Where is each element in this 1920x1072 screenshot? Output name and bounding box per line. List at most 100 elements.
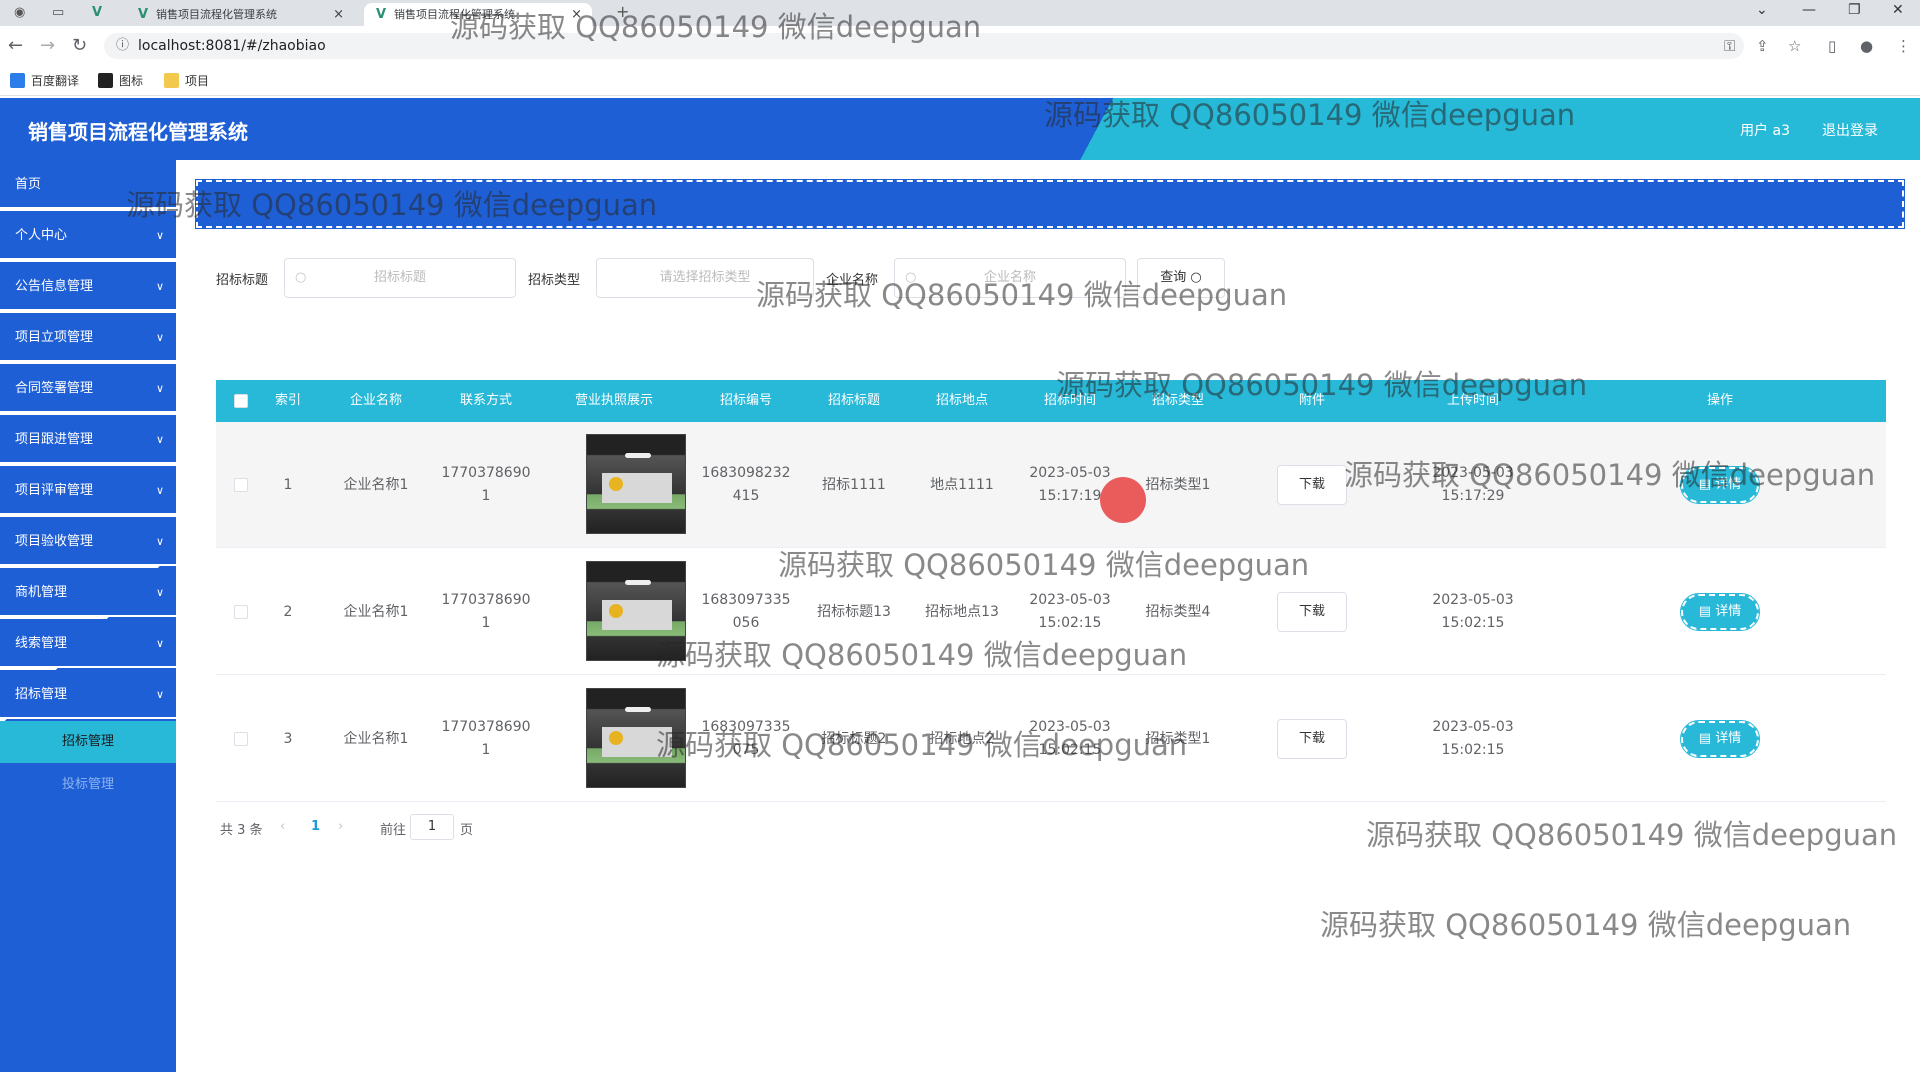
reload-icon[interactable]: ↻ [72,35,87,56]
cell-phone: 1770378690 1 [441,719,531,758]
vue-icon: V [376,7,387,22]
menu-icon[interactable]: ⋮ [1896,37,1911,55]
sidepanel-icon[interactable]: ▯ [1828,37,1836,55]
bookmark-item[interactable]: 项目 [164,72,209,90]
sidebar-item-acceptance[interactable]: 项目验收管理 ∨ [0,517,176,566]
cell-company: 企业名称1 [343,603,409,620]
info-icon: ⓘ [116,38,130,53]
new-tab-button[interactable]: + [616,2,629,21]
url-field[interactable]: ⓘ localhost:8081/#/zhaobiao [104,33,1744,59]
sidebar-item-notices[interactable]: 公告信息管理 ∨ [0,262,176,311]
row-checkbox[interactable] [234,732,248,746]
sidebar-item-leads[interactable]: 线索管理 ∨ [0,619,176,668]
sidebar-item-review[interactable]: 项目评审管理 ∨ [0,466,176,515]
type-label: 招标类型 [528,273,581,288]
blank-tab-icon[interactable]: ▭ [52,5,64,20]
column-header: 企业名称 [349,393,402,408]
license-photo[interactable] [586,434,686,534]
license-photo[interactable] [586,688,686,788]
column-header: 联系方式 [459,393,512,408]
cell-time: 2023-05-03 15:02:15 [1029,719,1111,758]
bookmark-item[interactable]: 图标 [98,72,143,90]
chevron-down-icon: ∨ [155,382,164,395]
cell-type: 招标类型4 [1145,603,1211,620]
sidebar-subitem-tender-manage[interactable]: 招标管理 [0,721,176,763]
cell-place: 招标地点13 [925,603,999,620]
cell-type: 招标类型1 [1145,730,1211,747]
cell-company: 企业名称1 [343,476,409,493]
app-title: 销售项目流程化管理系统 [28,120,248,144]
chevron-down-icon: ∨ [155,586,164,599]
cell-title: 招标标题13 [817,603,891,620]
forward-icon[interactable]: → [40,35,55,56]
app-header: 销售项目流程化管理系统 用户 a3 退出登录 [0,98,1920,160]
row-checkbox[interactable] [234,478,248,492]
sidebar-item-project-setup[interactable]: 项目立项管理 ∨ [0,313,176,362]
cell-title: 招标标题2 [821,730,887,747]
star-icon[interactable]: ☆ [1788,37,1801,55]
chevron-down-icon: ∨ [155,331,164,344]
row-checkbox[interactable] [234,605,248,619]
sidebar-item-opportunities[interactable]: 商机管理 ∨ [0,568,176,617]
sidebar-item-home[interactable]: 首页 [0,160,176,209]
table-row[interactable]: 3 企业名称1 1770378690 1 1683097335 075 招标标题2 … [216,676,1886,802]
type-select[interactable]: 请选择招标类型 [596,258,814,298]
tab-search-icon[interactable]: ⌄ [1756,2,1768,18]
share-icon[interactable]: ⇪ [1756,37,1769,55]
cell-attachment: 下载 [1232,549,1392,675]
download-button[interactable]: 下载 [1277,465,1347,505]
breadcrumb-bar [195,179,1905,229]
key-icon[interactable]: ⚿ [1724,37,1735,55]
document-icon: ▤ [1698,731,1712,746]
title-search-input[interactable]: ○ 招标标题 [284,258,516,298]
column-header: 招标编号 [719,393,772,408]
detail-button[interactable]: ▤ 详情 [1680,593,1760,631]
table-row[interactable]: 1 企业名称1 1770378690 1 1683098232 415 招标1111… [216,422,1886,548]
cell-actions: ▤ 详情 [1554,549,1886,675]
sidebar-item-profile[interactable]: 个人中心 ∨ [0,211,176,260]
back-icon[interactable]: ← [8,35,23,56]
sidebar-item-followup[interactable]: 项目跟进管理 ∨ [0,415,176,464]
logout-link[interactable]: 退出登录 [1822,120,1878,140]
cell-number: 1683097335 075 [701,719,791,758]
close-icon[interactable]: × [333,3,344,26]
search-icon: ○ [295,270,307,285]
bookmark-item[interactable]: 百度翻译 [10,72,79,90]
title-label: 招标标题 [216,273,269,288]
sidebar-item-contracts[interactable]: 合同签署管理 ∨ [0,364,176,413]
cell-upload-time: 2023-05-03 15:17:29 [1432,465,1514,504]
vue-tab-icon[interactable]: V [92,5,102,20]
license-photo[interactable] [586,561,686,661]
minimize-icon[interactable]: — [1802,2,1816,18]
prev-page-icon[interactable]: ‹ [280,819,285,834]
page-number[interactable]: 1 [311,819,320,834]
cell-attachment: 下载 [1232,422,1392,548]
download-button[interactable]: 下载 [1277,592,1347,632]
restore-icon[interactable]: ❐ [1848,2,1861,18]
sidebar-subitem-bid-manage[interactable]: 投标管理 [0,764,176,806]
close-icon[interactable]: × [571,3,582,26]
cell-phone: 1770378690 1 [441,465,531,504]
download-button[interactable]: 下载 [1277,719,1347,759]
sidebar-item-tenders[interactable]: 招标管理 ∨ [0,670,176,719]
profile-icon[interactable]: ● [1860,37,1873,55]
page-jump-input[interactable]: 1 [410,814,454,840]
window-close-icon[interactable]: ✕ [1892,2,1904,18]
column-header: 招标标题 [827,393,880,408]
query-button[interactable]: 查询 ○ [1137,258,1225,298]
browser-tab-2[interactable]: V 销售项目流程化管理系统 × [364,3,592,26]
browser-tab-1[interactable]: V 销售项目流程化管理系统 × [126,3,354,26]
bookmarks-bar: 百度翻译 图标 项目 [0,66,1920,96]
github-icon[interactable]: ◉ [14,5,25,20]
table-row[interactable]: 2 企业名称1 1770378690 1 1683097335 056 招标标题13… [216,549,1886,675]
detail-button[interactable]: ▤ 详情 [1680,466,1760,504]
select-all-checkbox[interactable] [234,394,248,408]
cell-index: 3 [283,730,293,747]
document-icon: ▤ [1698,477,1712,492]
detail-button[interactable]: ▤ 详情 [1680,720,1760,758]
cell-attachment: 下载 [1232,676,1392,802]
next-page-icon[interactable]: › [338,819,343,834]
company-search-input[interactable]: ○ 企业名称 [894,258,1126,298]
cell-index: 1 [283,476,293,493]
document-icon: ▤ [1698,604,1712,619]
